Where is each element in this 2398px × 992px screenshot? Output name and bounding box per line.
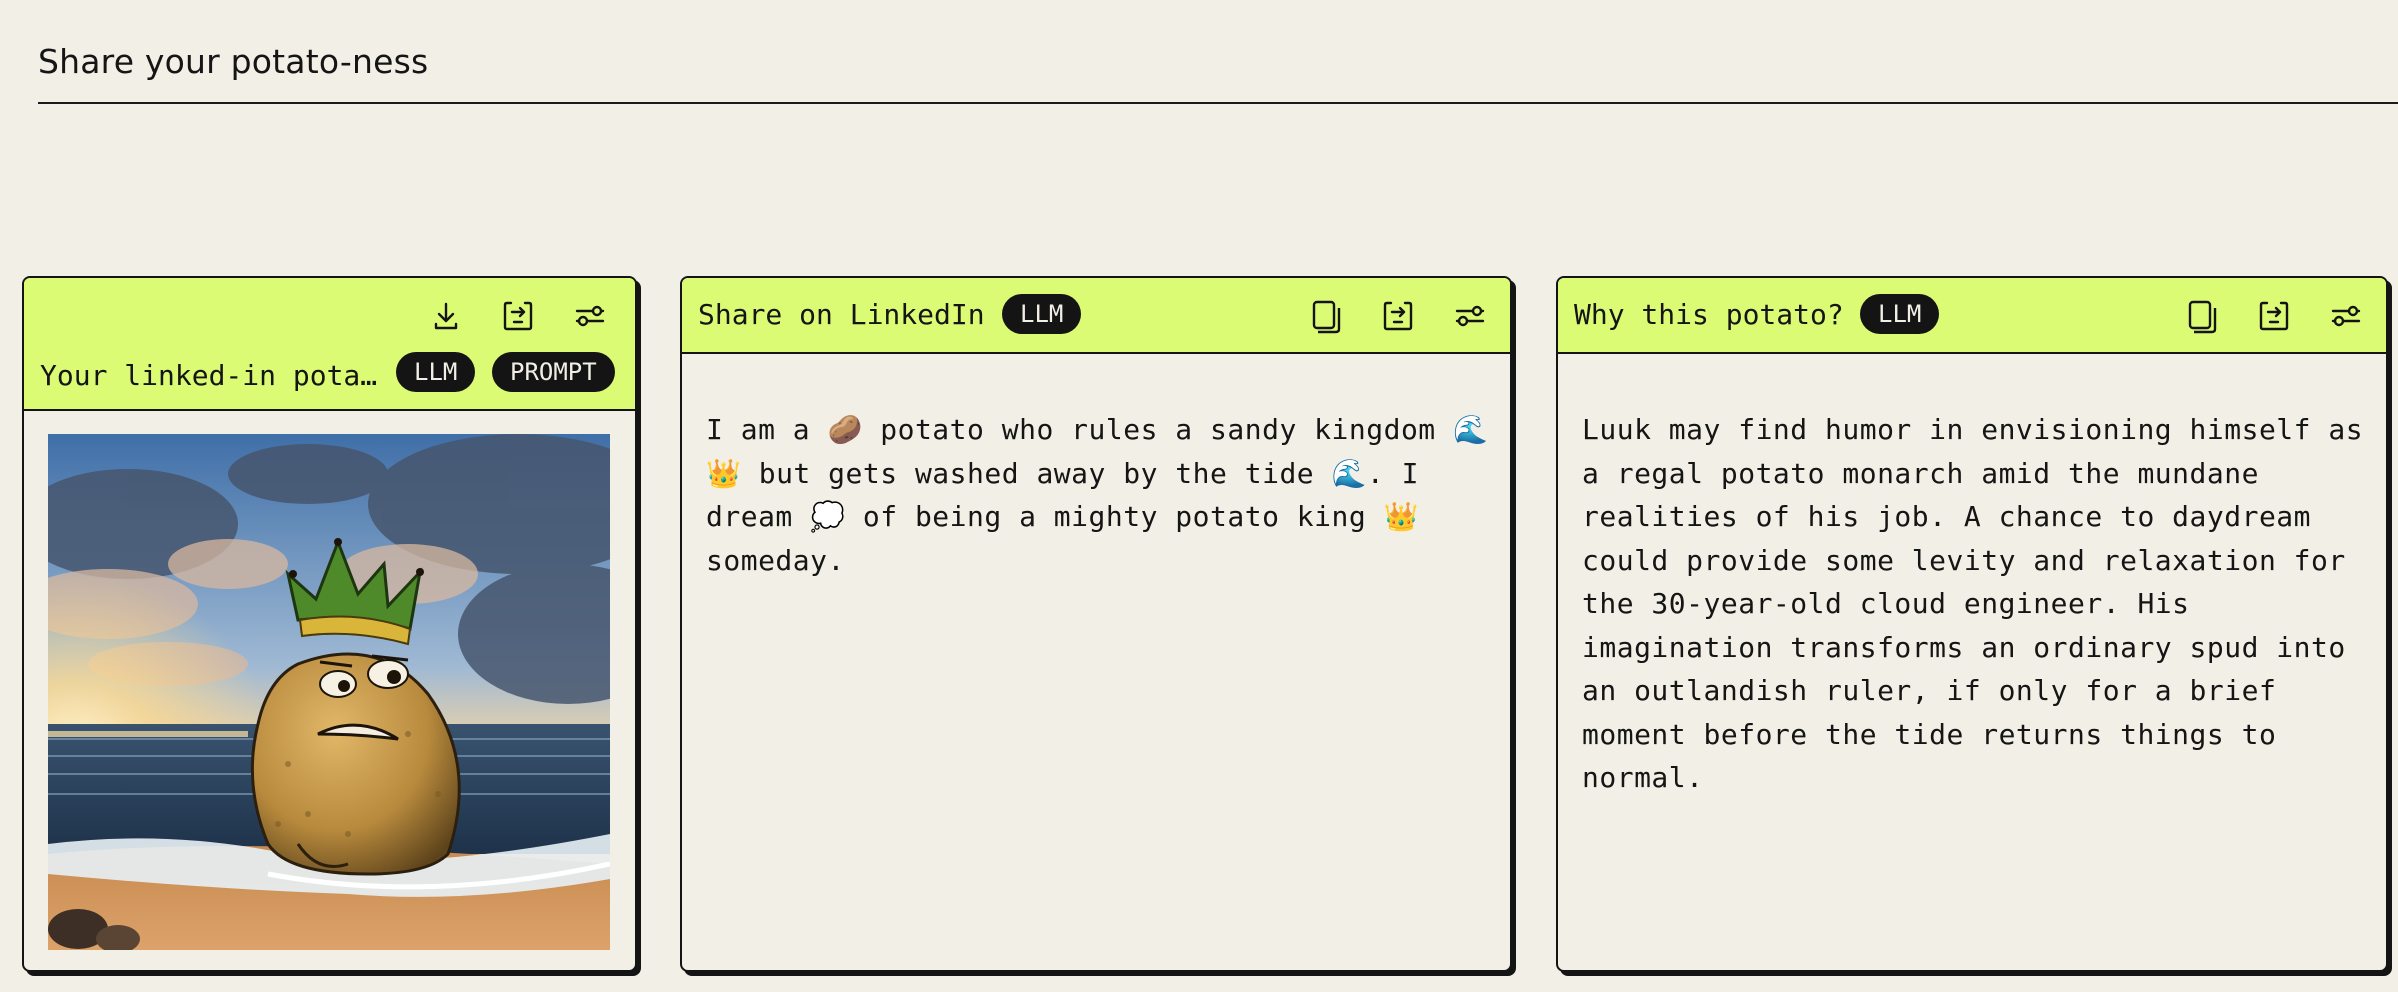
potato-king-illustration [48, 434, 610, 950]
prompt-badge[interactable]: PROMPT [492, 352, 615, 392]
card-title: Your linked-in pota… [40, 359, 378, 392]
download-icon[interactable] [424, 294, 468, 338]
card-header: Your linked-in pota… LLM PROMPT [24, 278, 635, 411]
card-title: Share on LinkedIn [698, 298, 985, 331]
llm-badge[interactable]: LLM [1002, 294, 1082, 334]
why-explanation-text[interactable]: Luuk may find humor in envisioning himse… [1582, 408, 2366, 800]
page-title: Share your potato-ness [38, 42, 429, 81]
settings-sliders-icon[interactable] [2324, 294, 2368, 338]
copy-icon[interactable] [2180, 294, 2224, 338]
card-header: Share on LinkedIn LLM [682, 278, 1510, 354]
share-linkedin-card: Share on LinkedIn LLM I am a 🥔 potato wh… [680, 276, 1512, 972]
llm-badge[interactable]: LLM [1860, 294, 1940, 334]
llm-badge[interactable]: LLM [396, 352, 476, 392]
page-header: Share your potato-ness [38, 0, 2398, 104]
share-icon[interactable] [496, 294, 540, 338]
copy-icon[interactable] [1304, 294, 1348, 338]
potato-king-image [48, 434, 610, 950]
settings-sliders-icon[interactable] [568, 294, 612, 338]
card-title: Why this potato? [1574, 298, 1844, 331]
settings-sliders-icon[interactable] [1448, 294, 1492, 338]
share-icon[interactable] [2252, 294, 2296, 338]
linkedin-post-text[interactable]: I am a 🥔 potato who rules a sandy kingdo… [706, 408, 1490, 582]
why-this-potato-card: Why this potato? LLM Luuk may find humor… [1556, 276, 2388, 972]
share-icon[interactable] [1376, 294, 1420, 338]
potato-image-card: Your linked-in pota… LLM PROMPT [22, 276, 637, 972]
card-header: Why this potato? LLM [1558, 278, 2386, 354]
